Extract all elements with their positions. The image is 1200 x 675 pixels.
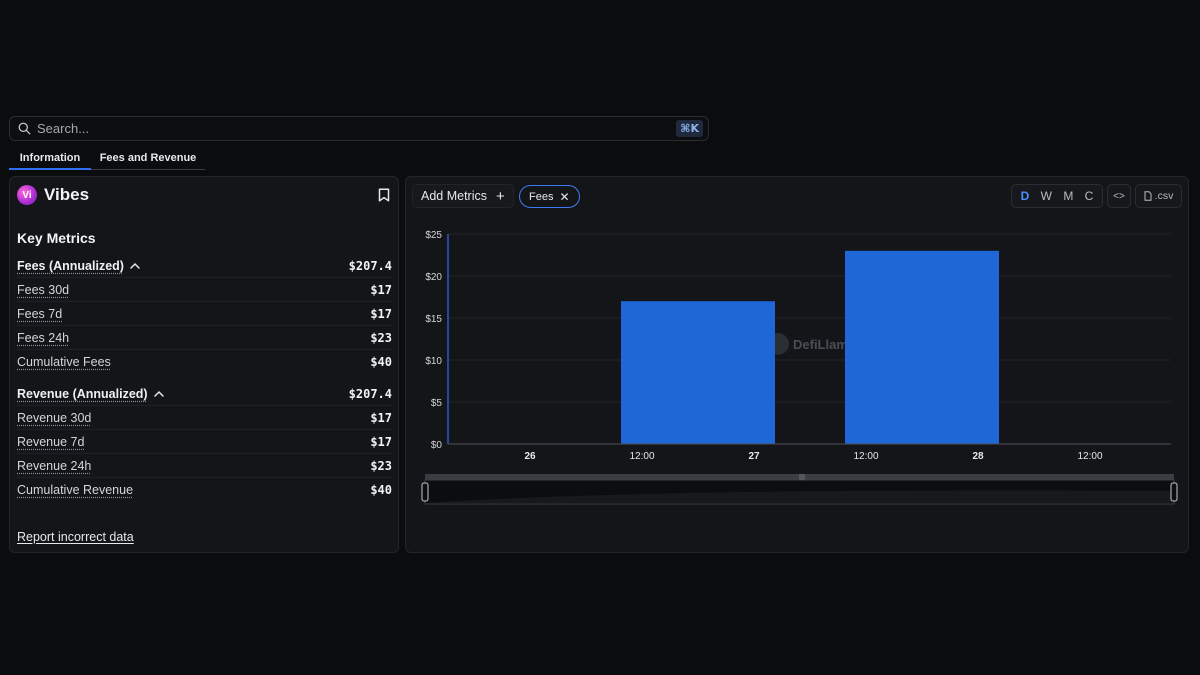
metric-row: Fees 30d $17 — [17, 278, 392, 302]
metric-value: $17 — [370, 282, 392, 297]
metric-row: Fees 7d $17 — [17, 302, 392, 326]
metric-label: Cumulative Revenue — [17, 483, 134, 497]
bookmark-button[interactable] — [378, 188, 390, 207]
y-tick-label: $5 — [431, 398, 443, 409]
svg-text:|||: ||| — [799, 474, 805, 481]
chart-panel: Add Metrics + Fees ✕ D W M C <> .csv Def… — [405, 176, 1189, 553]
fees-bar-chart: DefiLlama $0 $5 $10 $15 $20 $25 26 12:00 27 12:0… — [421, 230, 1178, 505]
x-tick-label: 12:00 — [629, 451, 654, 462]
metric-row: Revenue 30d $17 — [17, 406, 392, 430]
metric-value: $207.4 — [348, 258, 392, 273]
y-tick-label: $10 — [425, 356, 442, 367]
bookmark-icon — [378, 188, 390, 202]
y-tick-label: $0 — [431, 440, 443, 451]
chevron-up-icon — [130, 262, 140, 269]
tab-bar: Information Fees and Revenue — [9, 148, 205, 170]
key-metrics-list: Fees (Annualized) $207.4 Fees 30d $17 Fe… — [17, 254, 392, 502]
protocol-logo: Vi — [17, 185, 37, 205]
metric-row: Cumulative Revenue $40 — [17, 478, 392, 502]
tab-fees-and-revenue[interactable]: Fees and Revenue — [91, 148, 205, 169]
metric-label: Revenue (Annualized) — [17, 387, 164, 401]
defillama-watermark: DefiLlama — [767, 333, 856, 355]
metric-label: Fees (Annualized) — [17, 259, 140, 273]
y-tick-label: $25 — [425, 230, 442, 241]
protocol-info-panel: Vi Vibes Key Metrics Fees (Annualized) $… — [9, 176, 399, 553]
metric-label: Revenue 24h — [17, 458, 92, 473]
metric-value: $17 — [370, 434, 392, 449]
report-incorrect-data-link[interactable]: Report incorrect data — [17, 530, 134, 544]
key-metrics-title: Key Metrics — [17, 230, 96, 246]
metric-value: $207.4 — [348, 386, 392, 401]
metric-label: Fees 24h — [17, 330, 70, 345]
metric-row: Revenue 7d $17 — [17, 430, 392, 454]
x-tick-label: 12:00 — [853, 451, 878, 462]
protocol-header: Vi Vibes — [17, 185, 89, 205]
x-tick-label: 26 — [524, 451, 536, 462]
search-shortcut-badge: ⌘K — [676, 120, 703, 137]
metric-value: $23 — [370, 458, 392, 473]
metric-label: Revenue 30d — [17, 410, 92, 425]
metric-row: Fees 24h $23 — [17, 326, 392, 350]
metric-row-fees-annualized[interactable]: Fees (Annualized) $207.4 — [17, 254, 392, 278]
tab-information[interactable]: Information — [9, 148, 91, 170]
metric-value: $17 — [370, 410, 392, 425]
y-tick-label: $20 — [425, 272, 442, 283]
metric-row-revenue-annualized[interactable]: Revenue (Annualized) $207.4 — [17, 382, 392, 406]
protocol-name: Vibes — [44, 185, 90, 204]
x-tick-label: 27 — [748, 451, 760, 462]
bar-27[interactable] — [621, 301, 775, 444]
metric-value: $23 — [370, 330, 392, 345]
chevron-up-icon — [153, 390, 164, 397]
y-tick-label: $15 — [425, 314, 442, 325]
metric-row: Cumulative Fees $40 — [17, 350, 392, 374]
zoom-handle-left[interactable] — [421, 482, 429, 502]
search-bar[interactable]: ⌘K — [9, 116, 709, 141]
metric-label: Cumulative Fees — [17, 355, 111, 369]
search-input[interactable] — [37, 121, 677, 136]
search-icon — [18, 122, 31, 135]
bar-28[interactable] — [845, 250, 999, 444]
metric-label: Revenue 7d — [17, 434, 85, 449]
metric-label: Fees 7d — [17, 306, 63, 321]
metric-value: $17 — [370, 306, 392, 321]
data-zoom-slider[interactable]: ||| — [421, 474, 1178, 505]
x-tick-label: 28 — [972, 451, 984, 462]
x-tick-label: 12:00 — [1077, 451, 1102, 462]
metric-value: $40 — [370, 483, 392, 497]
metric-label: Fees 30d — [17, 282, 70, 297]
metric-row: Revenue 24h $23 — [17, 454, 392, 478]
zoom-handle-right[interactable] — [1170, 482, 1178, 502]
metric-value: $40 — [370, 355, 392, 369]
